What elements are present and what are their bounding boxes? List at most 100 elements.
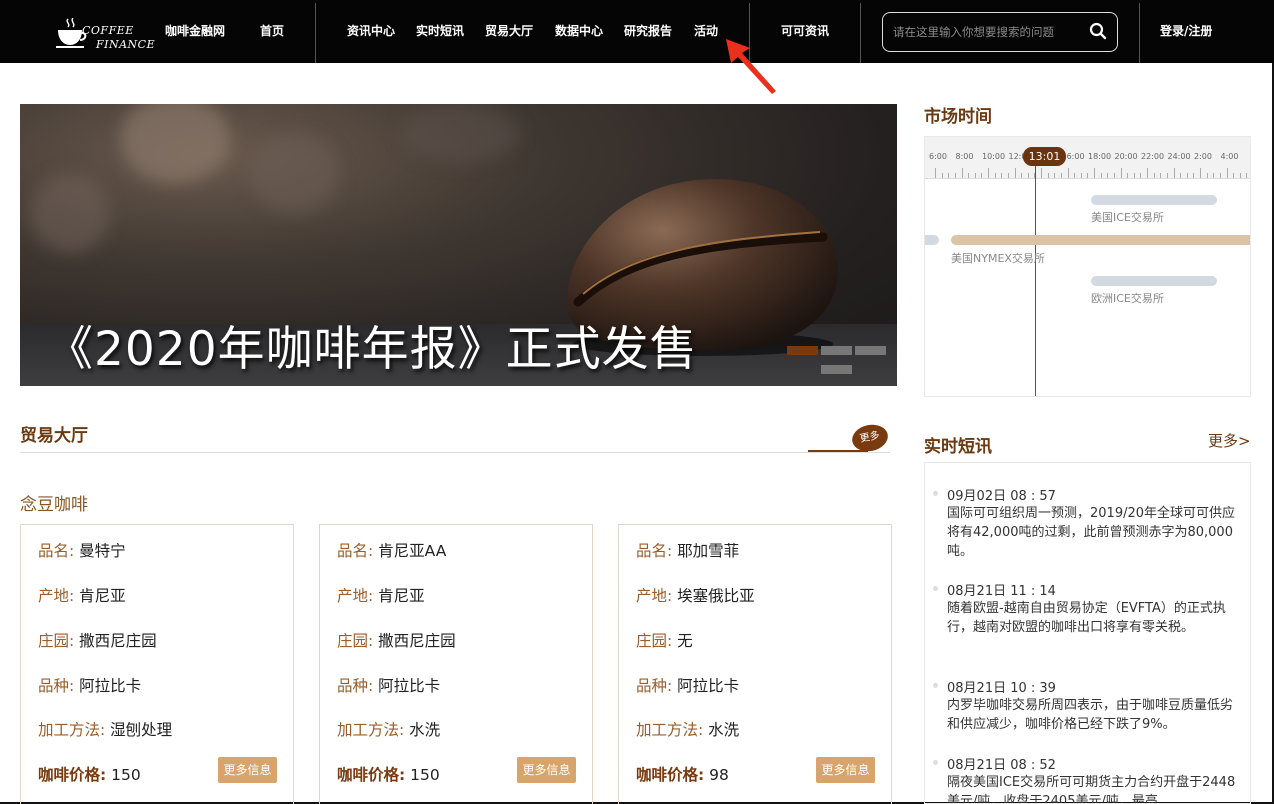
carousel-dot-3[interactable] <box>855 346 886 355</box>
field-label: 加工方法: <box>636 721 704 739</box>
field-label: 加工方法: <box>337 721 405 739</box>
news-text[interactable]: 国际可可组织周一预测，2019/20年全球可可供应将有42,000吨的过剩，此前… <box>947 504 1239 561</box>
more-info-button[interactable]: 更多信息 <box>517 757 576 783</box>
time-tick <box>1233 173 1235 178</box>
nav-news-center[interactable]: 资讯中心 <box>347 0 395 63</box>
card-field-estate: 庄园: 撒西尼庄园 <box>337 629 456 651</box>
nav-cocoa-news[interactable]: 可可资讯 <box>781 0 829 63</box>
news-item[interactable]: 09月02日 08 : 57 国际可可组织周一预测，2019/20年全球可可供应将… <box>933 485 1238 575</box>
time-tick <box>1219 173 1221 178</box>
card-field-estate: 庄园: 撒西尼庄园 <box>38 629 157 651</box>
field-label: 品名: <box>337 542 374 560</box>
more-info-button[interactable]: 更多信息 <box>816 757 875 783</box>
search-input[interactable] <box>893 22 1083 42</box>
news-more-link[interactable]: 更多> <box>1208 430 1251 451</box>
hero-banner[interactable]: 《2020年咖啡年报》正式发售 <box>20 104 897 386</box>
red-arrow-annotation-icon <box>726 39 776 94</box>
ice-eu-label: 欧洲ICE交易所 <box>1091 292 1164 305</box>
section-divider <box>20 452 890 453</box>
card-field-variety: 品种: 阿拉比卡 <box>636 674 739 696</box>
field-label: 产地: <box>38 587 75 605</box>
field-label: 品种: <box>636 677 673 695</box>
nav-home[interactable]: 首页 <box>260 0 284 63</box>
field-label: 品种: <box>38 677 75 695</box>
nav-trade-hall[interactable]: 贸易大厅 <box>485 0 533 63</box>
nav-research-reports[interactable]: 研究报告 <box>624 0 672 63</box>
field-value: 肯尼亚 <box>378 587 425 605</box>
time-tick <box>1206 173 1208 178</box>
card-field-process: 加工方法: 湿刨处理 <box>38 718 172 740</box>
top-navigation-bar: COFFEE FINANCE 咖啡金融网 首页 资讯中心 实时短讯 贸易大厅 数… <box>0 0 1274 63</box>
field-value: 阿拉比卡 <box>378 677 441 695</box>
site-name-link[interactable]: 咖啡金融网 <box>165 0 225 63</box>
news-bullet <box>933 683 938 688</box>
news-time: 08月21日 08 : 52 <box>947 758 1056 773</box>
time-tick <box>1120 168 1122 178</box>
time-tick-label: 18:00 <box>1088 152 1112 161</box>
time-tick <box>1080 173 1082 178</box>
news-time: 09月02日 08 : 57 <box>947 489 1056 504</box>
time-tick-label: 4:00 <box>1220 152 1239 161</box>
trade-hall-title: 贸易大厅 <box>20 426 88 446</box>
carousel-dot-4[interactable] <box>821 365 852 374</box>
flash-news-list: 09月02日 08 : 57 国际可可组织周一预测，2019/20年全球可可供应将… <box>924 462 1251 804</box>
news-text[interactable]: 内罗毕咖啡交易所周四表示，由于咖啡豆质量低劣和供应减少，咖啡价格已经下跌了9%。 <box>947 696 1239 734</box>
field-value: 耶加雪菲 <box>677 542 740 560</box>
time-tick <box>935 168 936 178</box>
time-tick <box>1140 173 1142 178</box>
time-tick <box>1047 173 1049 178</box>
field-value: 曼特宁 <box>79 542 126 560</box>
product-card[interactable]: 品名: 耶加雪菲 产地: 埃塞俄比亚 庄园: 无品种: 阿拉比卡 加工方法: 水洗 咖啡… <box>618 524 892 804</box>
time-tick <box>1160 173 1162 178</box>
time-scale: 6:008:0010:0012:0014:0016:0018:0020:0022… <box>925 137 1250 179</box>
site-logo[interactable]: COFFEE FINANCE <box>56 10 156 54</box>
banner-bokeh <box>400 104 520 164</box>
news-item[interactable]: 08月21日 08 : 52 隔夜美国ICE交易所可可期货主力合约开盘于2448美… <box>933 754 1239 803</box>
nav-events[interactable]: 活动 <box>694 0 718 63</box>
time-tick <box>968 173 970 178</box>
search-icon[interactable] <box>1089 22 1107 40</box>
news-bullet <box>933 491 938 496</box>
time-tick-label: 2:00 <box>1194 152 1212 161</box>
news-text[interactable]: 隔夜美国ICE交易所可可期货主力合约开盘于2448美元/吨，收盘于2405美元/… <box>947 773 1239 803</box>
time-tick <box>1113 173 1115 178</box>
time-tick <box>974 173 976 178</box>
logo-text-finance: FINANCE <box>96 38 156 51</box>
card-field-estate: 庄园: 无 <box>636 629 693 651</box>
search-box <box>882 12 1118 52</box>
product-card[interactable]: 品名: 曼特宁 产地: 肯尼亚 庄园: 撒西尼庄园 品种: 阿拉比卡 加工方法: 湿刨处… <box>20 524 294 804</box>
product-card[interactable]: 品名: 肯尼亚AA 产地: 肯尼亚 庄园: 撒西尼庄园 品种: 阿拉比卡 加工方法: 水… <box>319 524 593 804</box>
nav-data-center[interactable]: 数据中心 <box>555 0 603 63</box>
time-tick <box>1153 173 1155 178</box>
current-time-badge: 13:01 <box>1023 147 1066 166</box>
card-field-name: 品名: 耶加雪菲 <box>636 539 739 561</box>
field-value: 阿拉比卡 <box>677 677 740 695</box>
time-tick <box>1147 168 1148 178</box>
field-label: 咖啡价格: <box>38 766 107 784</box>
card-field-variety: 品种: 阿拉比卡 <box>38 674 141 696</box>
field-label: 品名: <box>38 542 75 560</box>
time-tick <box>988 168 989 178</box>
login-register-link[interactable]: 登录/注册 <box>1160 0 1212 63</box>
field-value: 阿拉比卡 <box>79 677 142 695</box>
time-tick <box>1014 168 1016 178</box>
news-time: 08月21日 11 : 14 <box>947 584 1056 599</box>
time-tick <box>1021 173 1023 178</box>
logo-text-coffee: COFFEE <box>82 24 134 37</box>
carousel-dot-1[interactable] <box>787 346 818 355</box>
nav-flash-news[interactable]: 实时短讯 <box>416 0 464 63</box>
nymex-overnight-bar <box>925 235 939 245</box>
more-info-button[interactable]: 更多信息 <box>218 757 277 783</box>
field-value: 湿刨处理 <box>110 721 173 739</box>
nymex-session-bar <box>951 235 1250 245</box>
time-tick <box>1041 168 1042 178</box>
time-tick <box>1226 168 1228 178</box>
time-tick-label: 24:00 <box>1167 152 1191 161</box>
carousel-dot-2[interactable] <box>821 346 852 355</box>
field-value: 98 <box>709 766 729 784</box>
news-text[interactable]: 随着欧盟-越南自由贸易协定（EVFTA）的正式执行，越南对欧盟的咖啡出口将享有零… <box>947 599 1239 637</box>
card-field-name: 品名: 曼特宁 <box>38 539 126 561</box>
news-item[interactable]: 08月21日 11 : 14 随着欧盟-越南自由贸易协定（EVFTA）的正式执行，… <box>933 580 1238 670</box>
card-field-price: 咖啡价格: 98 <box>636 763 729 785</box>
vendor-name[interactable]: 念豆咖啡 <box>20 490 88 515</box>
